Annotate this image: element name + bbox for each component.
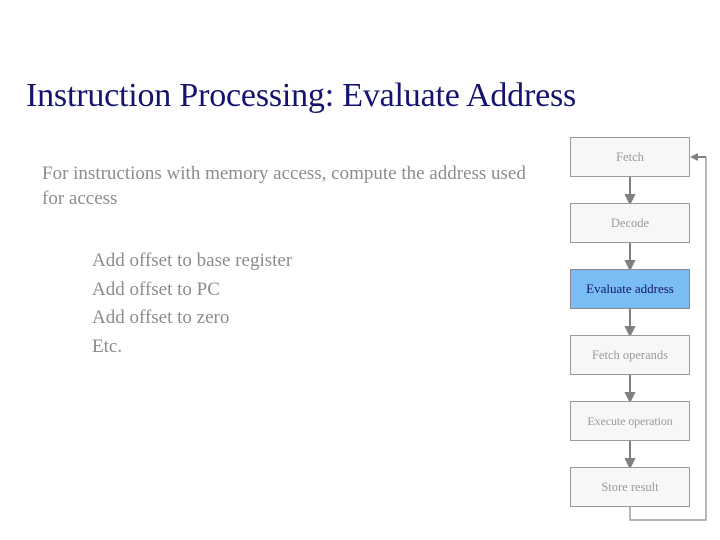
flowchart-box-label: Store result	[601, 479, 659, 494]
flowchart-box-label: Execute operation	[587, 413, 673, 428]
flowchart-box-store-result[interactable]: Store result	[570, 467, 690, 507]
flowchart-box-label: Decode	[610, 215, 650, 230]
slide-canvas: Instruction Processing: Evaluate Address…	[0, 0, 720, 540]
flowchart-box-execute-operation[interactable]: Execute operation	[570, 401, 690, 441]
flowchart-box-decode[interactable]: Decode	[570, 203, 690, 243]
instruction-cycle-flowchart: Fetch Decode Evaluate address Fetch oper…	[0, 0, 720, 540]
flowchart-box-label: Evaluate address	[586, 281, 674, 296]
flowchart-box-label: Fetch	[616, 149, 644, 164]
flowchart-box-evaluate-address[interactable]: Evaluate address	[570, 269, 690, 309]
flowchart-box-fetch-operands[interactable]: Fetch operands	[570, 335, 690, 375]
flowchart-box-fetch[interactable]: Fetch	[570, 137, 690, 177]
flowchart-box-label: Fetch operands	[591, 347, 669, 362]
